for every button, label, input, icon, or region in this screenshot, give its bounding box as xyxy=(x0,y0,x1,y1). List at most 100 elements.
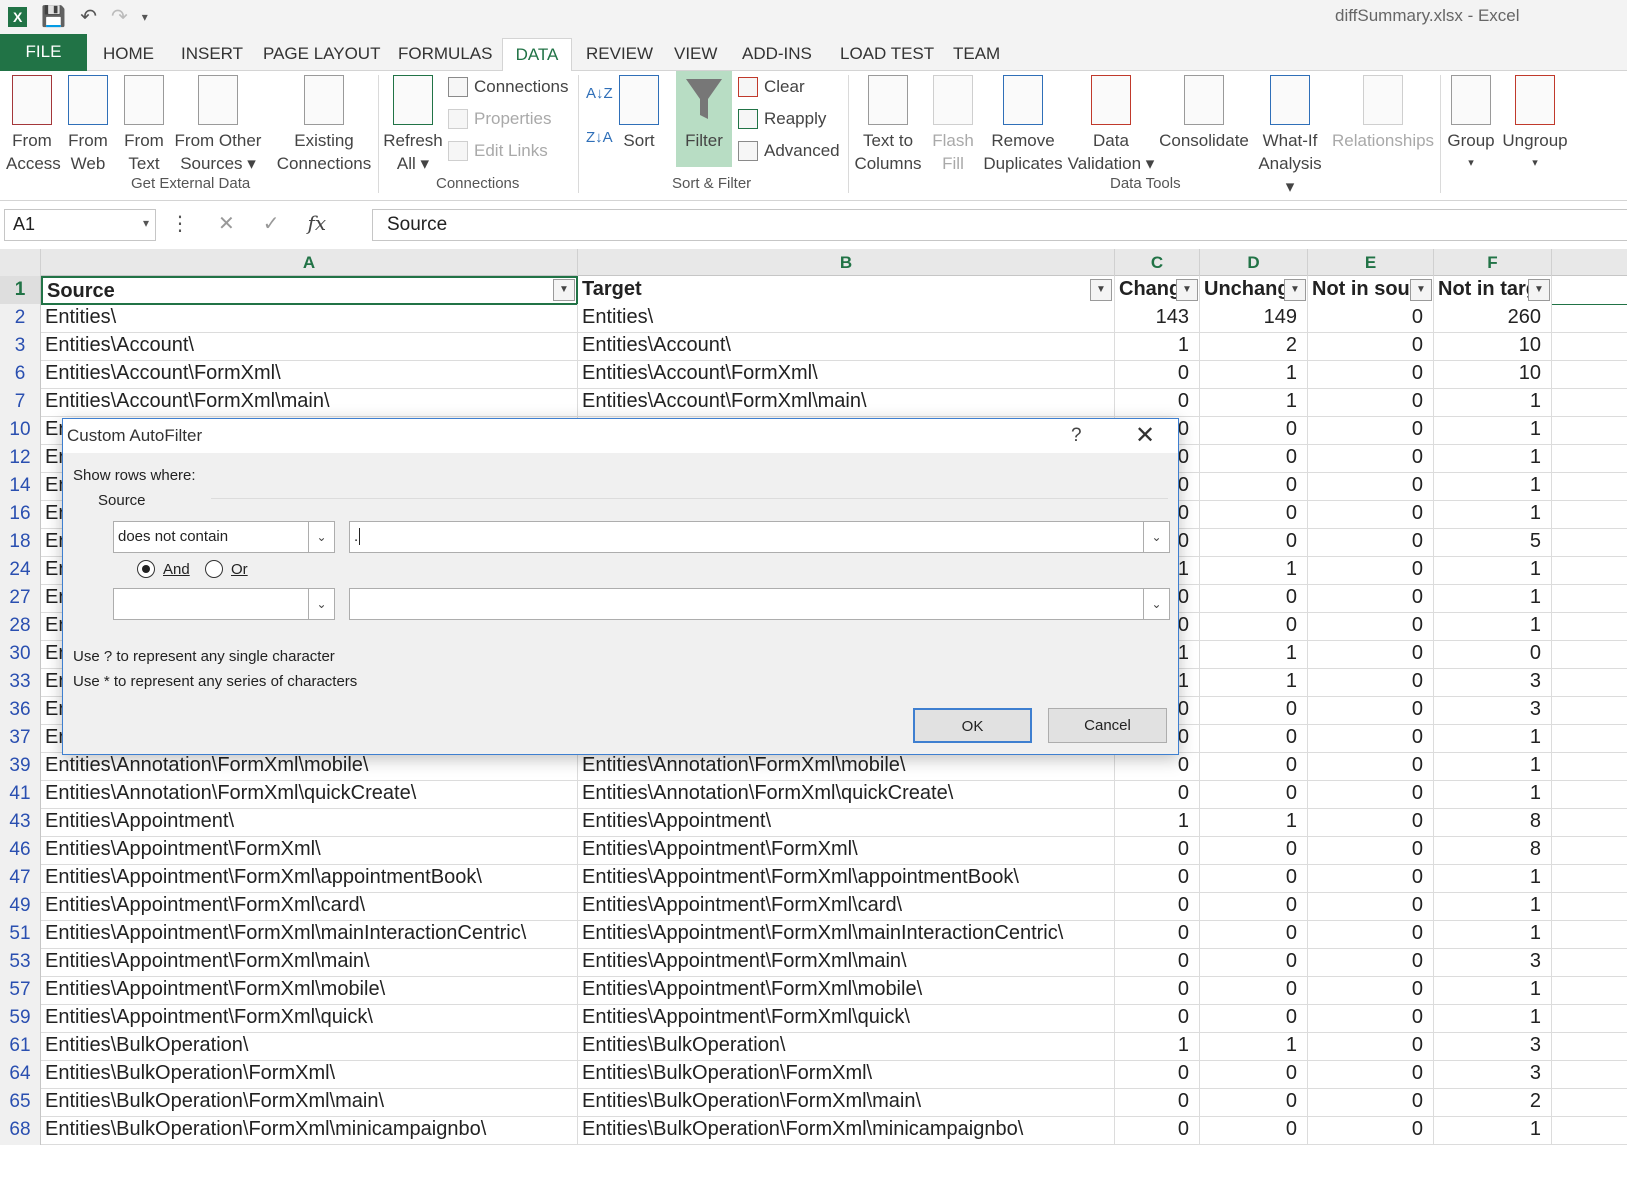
cell-e[interactable]: 0 xyxy=(1308,696,1434,725)
cell-e[interactable]: 0 xyxy=(1308,1060,1434,1089)
row-header[interactable]: 24 xyxy=(0,556,41,585)
cell-f[interactable]: 1 xyxy=(1434,1004,1552,1033)
cell-a[interactable]: Entities\Appointment\FormXml\card\ xyxy=(41,892,578,921)
cell-b[interactable]: Entities\Account\FormXml\ xyxy=(578,360,1115,389)
row-header[interactable]: 65 xyxy=(0,1088,41,1117)
cell-d[interactable]: 0 xyxy=(1200,696,1308,725)
cell-c[interactable]: 0 xyxy=(1115,920,1200,949)
tab-insert[interactable]: INSERT xyxy=(181,38,243,71)
row-header[interactable]: 1 xyxy=(0,276,41,305)
cell-f[interactable]: 3 xyxy=(1434,696,1552,725)
cell-d[interactable]: 1 xyxy=(1200,556,1308,585)
cell-d[interactable]: 149 xyxy=(1200,304,1308,333)
relationships-button[interactable]: Relationships xyxy=(1332,75,1434,152)
column-header-d[interactable]: D xyxy=(1200,249,1308,276)
criteria-input-1[interactable]: . ⌄ xyxy=(349,521,1170,553)
cell-e[interactable]: 0 xyxy=(1308,332,1434,361)
cell-b[interactable]: Entities\Annotation\FormXml\mobile\ xyxy=(578,752,1115,781)
tab-data[interactable]: DATA xyxy=(502,38,572,72)
cell-f[interactable]: 1 xyxy=(1434,388,1552,417)
cell-c[interactable]: 1 xyxy=(1115,1032,1200,1061)
cell-e[interactable]: 0 xyxy=(1308,1004,1434,1033)
cell-c[interactable]: 0 xyxy=(1115,360,1200,389)
ungroup-button[interactable]: Ungroup ▾ xyxy=(1500,75,1570,175)
and-radio[interactable]: And xyxy=(137,560,190,578)
cell-f[interactable]: 1 xyxy=(1434,584,1552,613)
tab-file[interactable]: FILE xyxy=(0,34,87,71)
cell-d[interactable]: 1 xyxy=(1200,668,1308,697)
cell-e[interactable]: 0 xyxy=(1308,1032,1434,1061)
row-header[interactable]: 28 xyxy=(0,612,41,641)
cell-c[interactable]: 1 xyxy=(1115,808,1200,837)
name-box[interactable]: A1 ▾ xyxy=(4,209,156,241)
cell-c[interactable]: 0 xyxy=(1115,780,1200,809)
row-header[interactable]: 57 xyxy=(0,976,41,1005)
cell-e[interactable]: 0 xyxy=(1308,388,1434,417)
cell-f[interactable]: 8 xyxy=(1434,808,1552,837)
cell-c[interactable]: 0 xyxy=(1115,948,1200,977)
chevron-down-icon[interactable]: ▾ xyxy=(143,216,149,230)
cell-b[interactable]: Entities\BulkOperation\FormXml\ xyxy=(578,1060,1115,1089)
tab-formulas[interactable]: FORMULAS xyxy=(398,38,492,71)
cell-b[interactable]: Entities\Appointment\FormXml\card\ xyxy=(578,892,1115,921)
cell-c[interactable]: 0 xyxy=(1115,836,1200,865)
cell-c[interactable]: 0 xyxy=(1115,976,1200,1005)
tab-review[interactable]: REVIEW xyxy=(586,38,653,71)
cell-d[interactable]: 0 xyxy=(1200,1088,1308,1117)
ok-button[interactable]: OK xyxy=(913,708,1032,743)
cell-c[interactable]: 0 xyxy=(1115,1088,1200,1117)
cell-e[interactable]: 0 xyxy=(1308,836,1434,865)
cell-f[interactable]: 1 xyxy=(1434,416,1552,445)
cell-e[interactable]: 0 xyxy=(1308,500,1434,529)
save-icon[interactable]: 💾 xyxy=(41,4,66,29)
insert-function-icon[interactable]: fx xyxy=(308,211,327,236)
row-header[interactable]: 61 xyxy=(0,1032,41,1061)
refresh-all-button[interactable]: Refresh All ▾ xyxy=(382,75,444,175)
cell-d[interactable]: 0 xyxy=(1200,892,1308,921)
row-header[interactable]: 59 xyxy=(0,1004,41,1033)
cell-f[interactable]: 1 xyxy=(1434,780,1552,809)
cell-c[interactable]: 0 xyxy=(1115,752,1200,781)
more-icon[interactable]: ⋮ xyxy=(170,211,190,236)
cell-d[interactable]: 0 xyxy=(1200,416,1308,445)
data-validation-button[interactable]: Data Validation ▾ xyxy=(1066,75,1156,175)
cell-a[interactable]: Entities\Appointment\ xyxy=(41,808,578,837)
cell-a[interactable]: Entities\Appointment\FormXml\mainInterac… xyxy=(41,920,578,949)
cell-e[interactable]: 0 xyxy=(1308,416,1434,445)
cell-c[interactable]: 0 xyxy=(1115,1060,1200,1089)
cell-b[interactable]: Entities\Appointment\FormXml\quick\ xyxy=(578,1004,1115,1033)
cell-d[interactable]: 0 xyxy=(1200,528,1308,557)
row-header[interactable]: 7 xyxy=(0,388,41,417)
group-button[interactable]: Group ▾ xyxy=(1446,75,1496,175)
cell-a[interactable]: Entities\BulkOperation\FormXml\minicampa… xyxy=(41,1116,578,1145)
cell-a[interactable]: Entities\ xyxy=(41,304,578,333)
cell-d[interactable]: 0 xyxy=(1200,780,1308,809)
confirm-edit-icon[interactable]: ✓ xyxy=(263,211,280,236)
cell-f[interactable]: 3 xyxy=(1434,668,1552,697)
cell-b[interactable]: Entities\ xyxy=(578,304,1115,333)
cell-f[interactable]: 1 xyxy=(1434,500,1552,529)
cell-f[interactable]: 1 xyxy=(1434,444,1552,473)
row-header[interactable]: 2 xyxy=(0,304,41,333)
row-header[interactable]: 3 xyxy=(0,332,41,361)
operator-select-2[interactable]: ⌄ xyxy=(113,588,335,620)
cell-c[interactable]: 1 xyxy=(1115,332,1200,361)
filter-dropdown-icon[interactable]: ▼ xyxy=(1284,279,1306,301)
row-header[interactable]: 18 xyxy=(0,528,41,557)
cell-c[interactable]: 143 xyxy=(1115,304,1200,333)
cell-e[interactable]: 0 xyxy=(1308,472,1434,501)
row-header[interactable]: 41 xyxy=(0,780,41,809)
cell-e[interactable]: 0 xyxy=(1308,640,1434,669)
cancel-button[interactable]: Cancel xyxy=(1048,708,1167,743)
row-header[interactable]: 53 xyxy=(0,948,41,977)
filter-dropdown-icon[interactable]: ▼ xyxy=(1410,279,1432,301)
cell-b[interactable]: Entities\Appointment\FormXml\main\ xyxy=(578,948,1115,977)
column-header-b[interactable]: B xyxy=(578,249,1115,276)
cell-e[interactable]: 0 xyxy=(1308,360,1434,389)
cell-e[interactable]: 0 xyxy=(1308,528,1434,557)
what-if-analysis-button[interactable]: What-If Analysis ▾ xyxy=(1252,75,1328,198)
cell-d[interactable]: 1 xyxy=(1200,640,1308,669)
tab-home[interactable]: HOME xyxy=(103,38,154,71)
cell-e[interactable]: 0 xyxy=(1308,612,1434,641)
column-header-c[interactable]: C xyxy=(1115,249,1200,276)
